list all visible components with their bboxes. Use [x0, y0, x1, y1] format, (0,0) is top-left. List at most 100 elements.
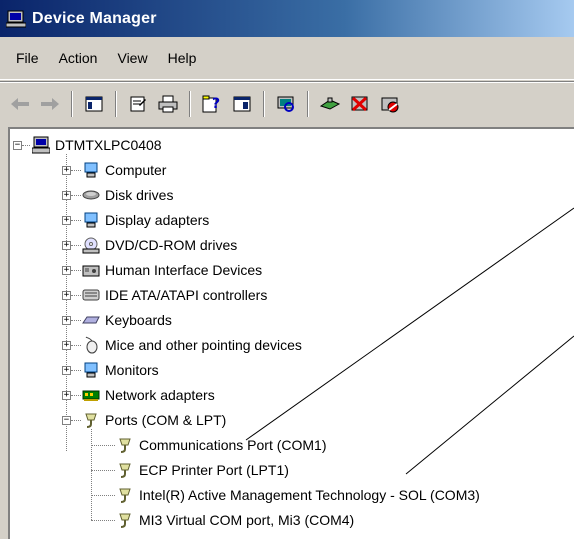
- tree-connector: [71, 270, 81, 271]
- port-com4[interactable]: MI3 Virtual COM port, Mi3 (COM4): [116, 508, 354, 532]
- device-tree[interactable]: − DTMTXLPC0408 + Computer + Disk drives …: [8, 127, 574, 539]
- collapse-ports[interactable]: −: [62, 416, 71, 425]
- scan-hardware-icon: [277, 96, 294, 112]
- category-ide[interactable]: IDE ATA/ATAPI controllers: [82, 283, 267, 307]
- console-tree-icon: [233, 96, 251, 112]
- category-label: IDE ATA/ATAPI controllers: [105, 287, 268, 303]
- expand-hid[interactable]: +: [62, 266, 71, 275]
- properties-icon: [130, 96, 146, 112]
- expand-keyboards[interactable]: +: [62, 316, 71, 325]
- expand-ide[interactable]: +: [62, 291, 71, 300]
- menu-file[interactable]: File: [6, 37, 49, 79]
- root-collapse-toggle[interactable]: −: [13, 141, 22, 150]
- category-label: Computer: [105, 162, 167, 178]
- tree-connector: [71, 245, 81, 246]
- port-lpt1[interactable]: ECP Printer Port (LPT1): [116, 458, 289, 482]
- category-label: Network adapters: [105, 387, 215, 403]
- port-label: ECP Printer Port (LPT1): [139, 462, 289, 478]
- category-disk-drives[interactable]: Disk drives: [82, 183, 173, 207]
- tree-connector: [71, 170, 81, 171]
- expand-computer[interactable]: +: [62, 166, 71, 175]
- tree-connector: [71, 295, 81, 296]
- device-manager-icon: [6, 10, 26, 27]
- scan-hardware-button[interactable]: [274, 92, 298, 116]
- tree-connector: [91, 470, 115, 471]
- disable-button[interactable]: [378, 92, 402, 116]
- toolbar: ?: [0, 81, 574, 126]
- tree-connector: [71, 420, 81, 421]
- expand-network-adapters[interactable]: +: [62, 391, 71, 400]
- forward-icon: [41, 98, 59, 110]
- keyboard-icon: [82, 316, 100, 324]
- show-hide-tree-button[interactable]: [82, 92, 106, 116]
- menu-view[interactable]: View: [107, 37, 157, 79]
- menu-bar: File Action View Help: [0, 37, 574, 80]
- dvd-drive-icon: [82, 237, 100, 254]
- category-hid[interactable]: Human Interface Devices: [82, 258, 262, 282]
- computer-icon: [32, 136, 50, 154]
- category-ports[interactable]: Ports (COM & LPT): [82, 408, 226, 432]
- back-button[interactable]: [8, 92, 32, 116]
- category-label: Ports (COM & LPT): [105, 412, 227, 428]
- category-label: DVD/CD-ROM drives: [105, 237, 238, 253]
- tree-connector: [91, 495, 115, 496]
- tree-root[interactable]: DTMTXLPC0408: [32, 133, 162, 157]
- print-button[interactable]: [156, 92, 180, 116]
- port-icon: [85, 413, 97, 428]
- category-label: Disk drives: [105, 187, 174, 203]
- expand-monitors[interactable]: +: [62, 366, 71, 375]
- tree-connector: [91, 445, 115, 446]
- computer-category-icon: [84, 162, 98, 178]
- expand-display-adapters[interactable]: +: [62, 216, 71, 225]
- help-button[interactable]: ?: [200, 92, 224, 116]
- tree-connector: [71, 220, 81, 221]
- category-computer[interactable]: Computer: [82, 158, 166, 182]
- disable-icon: [381, 97, 399, 113]
- tree-connector: [91, 520, 115, 521]
- port-label: Intel(R) Active Management Technology - …: [139, 487, 480, 503]
- port-icon: [119, 513, 131, 528]
- toolbar-separator: [115, 91, 117, 117]
- title-bar[interactable]: Device Manager: [0, 0, 574, 37]
- expand-disk-drives[interactable]: +: [62, 191, 71, 200]
- category-label: Keyboards: [105, 312, 172, 328]
- mouse-icon: [85, 336, 98, 354]
- computer-name: DTMTXLPC0408: [55, 137, 162, 153]
- uninstall-icon: [351, 96, 368, 112]
- device-manager-window: Device Manager File Action View Help ? −…: [0, 0, 574, 539]
- port-label: MI3 Virtual COM port, Mi3 (COM4): [139, 512, 355, 528]
- monitor-icon: [84, 362, 98, 378]
- category-monitors[interactable]: Monitors: [82, 358, 159, 382]
- port-icon: [119, 488, 131, 503]
- hid-icon: [82, 265, 100, 277]
- expand-dvd-cdrom[interactable]: +: [62, 241, 71, 250]
- port-icon: [119, 463, 131, 478]
- category-label: Monitors: [105, 362, 159, 378]
- tree-connector: [71, 395, 81, 396]
- toolbar-separator: [71, 91, 73, 117]
- category-display-adapters[interactable]: Display adapters: [82, 208, 209, 232]
- toolbar-separator: [263, 91, 265, 117]
- properties-button[interactable]: [126, 92, 150, 116]
- port-com1[interactable]: Communications Port (COM1): [116, 433, 327, 457]
- port-com3[interactable]: Intel(R) Active Management Technology - …: [116, 483, 480, 507]
- category-keyboards[interactable]: Keyboards: [82, 308, 172, 332]
- category-dvd-cdrom[interactable]: DVD/CD-ROM drives: [82, 233, 237, 257]
- category-network-adapters[interactable]: Network adapters: [82, 383, 215, 407]
- console-tree-button[interactable]: [230, 92, 254, 116]
- svg-text:?: ?: [212, 96, 220, 112]
- ide-controller-icon: [82, 289, 100, 301]
- tree-connector: [91, 429, 92, 520]
- category-label: Human Interface Devices: [105, 262, 263, 278]
- network-adapter-icon: [82, 390, 100, 401]
- uninstall-button[interactable]: [348, 92, 372, 116]
- menu-help[interactable]: Help: [158, 37, 207, 79]
- forward-button[interactable]: [38, 92, 62, 116]
- update-driver-button[interactable]: [318, 92, 342, 116]
- category-label: Mice and other pointing devices: [105, 337, 302, 353]
- window-title: Device Manager: [32, 9, 157, 27]
- tree-connector: [22, 145, 30, 146]
- category-mice[interactable]: Mice and other pointing devices: [82, 333, 302, 357]
- expand-mice[interactable]: +: [62, 341, 71, 350]
- menu-action[interactable]: Action: [49, 37, 108, 79]
